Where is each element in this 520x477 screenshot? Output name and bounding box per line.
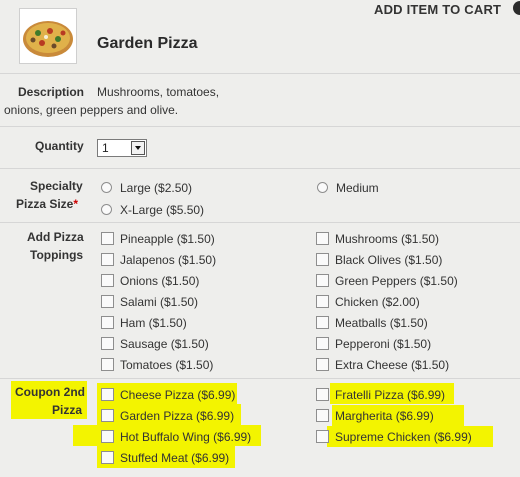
checkbox[interactable]: [101, 358, 114, 371]
size-label-line2: Pizza Size*: [16, 197, 79, 211]
checkbox[interactable]: [316, 388, 329, 401]
checkbox[interactable]: [316, 232, 329, 245]
coupon-label: Cheese Pizza ($6.99): [120, 388, 236, 402]
chevron-down-icon[interactable]: [131, 141, 145, 155]
checkbox[interactable]: [101, 337, 114, 350]
checkbox[interactable]: [101, 430, 114, 443]
checkbox[interactable]: [316, 409, 329, 422]
checkbox[interactable]: [316, 358, 329, 371]
add-to-cart-button[interactable]: ADD ITEM TO CART: [374, 2, 501, 17]
description-text-line1: Mushrooms, tomatoes,: [97, 85, 220, 99]
toppings-label-line1: Add Pizza: [27, 230, 84, 244]
required-marker: *: [73, 197, 79, 211]
size-option-label: X-Large ($5.50): [120, 203, 205, 217]
divider: [0, 168, 520, 169]
coupon-label-line2: Pizza: [52, 403, 83, 417]
topping-label: Extra Cheese ($1.50): [335, 358, 450, 372]
checkbox[interactable]: [316, 337, 329, 350]
divider: [0, 126, 520, 127]
topping-label: Pepperoni ($1.50): [335, 337, 432, 351]
radio-button[interactable]: [101, 204, 112, 215]
pizza-thumbnail-icon: [19, 8, 77, 64]
checkbox[interactable]: [101, 253, 114, 266]
checkbox[interactable]: [101, 451, 114, 464]
description-text-line2: onions, green peppers and olive.: [4, 103, 179, 117]
divider: [0, 222, 520, 223]
product-title: Garden Pizza: [97, 35, 198, 52]
topping-label: Mushrooms ($1.50): [335, 232, 440, 246]
topping-label: Jalapenos ($1.50): [120, 253, 217, 267]
topping-label: Ham ($1.50): [120, 316, 187, 330]
checkbox[interactable]: [101, 388, 114, 401]
divider: [0, 73, 520, 74]
radio-button[interactable]: [101, 182, 112, 193]
topping-label: Tomatoes ($1.50): [120, 358, 214, 372]
checkbox[interactable]: [316, 295, 329, 308]
quantity-label: Quantity: [35, 139, 84, 153]
checkbox[interactable]: [316, 316, 329, 329]
size-option-label: Large ($2.50): [120, 181, 193, 195]
topping-label: Chicken ($2.00): [335, 295, 420, 309]
checkbox[interactable]: [316, 253, 329, 266]
coupon-label: Fratelli Pizza ($6.99): [335, 388, 446, 402]
size-label-line1: Specialty: [30, 179, 83, 193]
product-header: Garden Pizza ADD ITEM TO CART: [0, 0, 520, 74]
topping-label: Green Peppers ($1.50): [335, 274, 458, 288]
topping-label: Onions ($1.50): [120, 274, 200, 288]
topping-label: Sausage ($1.50): [120, 337, 209, 351]
toppings-label-line2: Toppings: [30, 248, 84, 262]
size-option-label: Medium: [336, 181, 379, 195]
coupon-label-line1: Coupon 2nd: [15, 385, 85, 399]
checkbox[interactable]: [101, 409, 114, 422]
coupon-label: Hot Buffalo Wing ($6.99): [120, 430, 252, 444]
checkbox[interactable]: [101, 316, 114, 329]
coupon-label: Garden Pizza ($6.99): [120, 409, 235, 423]
checkbox[interactable]: [316, 274, 329, 287]
topping-label: Salami ($1.50): [120, 295, 199, 309]
checkbox[interactable]: [316, 430, 329, 443]
quantity-select[interactable]: 1: [97, 139, 147, 157]
topping-label: Pineapple ($1.50): [120, 232, 215, 246]
topping-label: Meatballs ($1.50): [335, 316, 428, 330]
quantity-value: 1: [102, 141, 109, 155]
divider: [0, 378, 520, 379]
checkbox[interactable]: [101, 274, 114, 287]
topping-label: Black Olives ($1.50): [335, 253, 443, 267]
coupon-label: Margherita ($6.99): [335, 409, 434, 423]
checkbox[interactable]: [101, 232, 114, 245]
description-label: Description: [18, 85, 85, 99]
coupon-label: Stuffed Meat ($6.99): [120, 451, 230, 465]
radio-button[interactable]: [317, 182, 328, 193]
cart-icon[interactable]: [513, 1, 520, 15]
checkbox[interactable]: [101, 295, 114, 308]
coupon-label: Supreme Chicken ($6.99): [335, 430, 472, 444]
